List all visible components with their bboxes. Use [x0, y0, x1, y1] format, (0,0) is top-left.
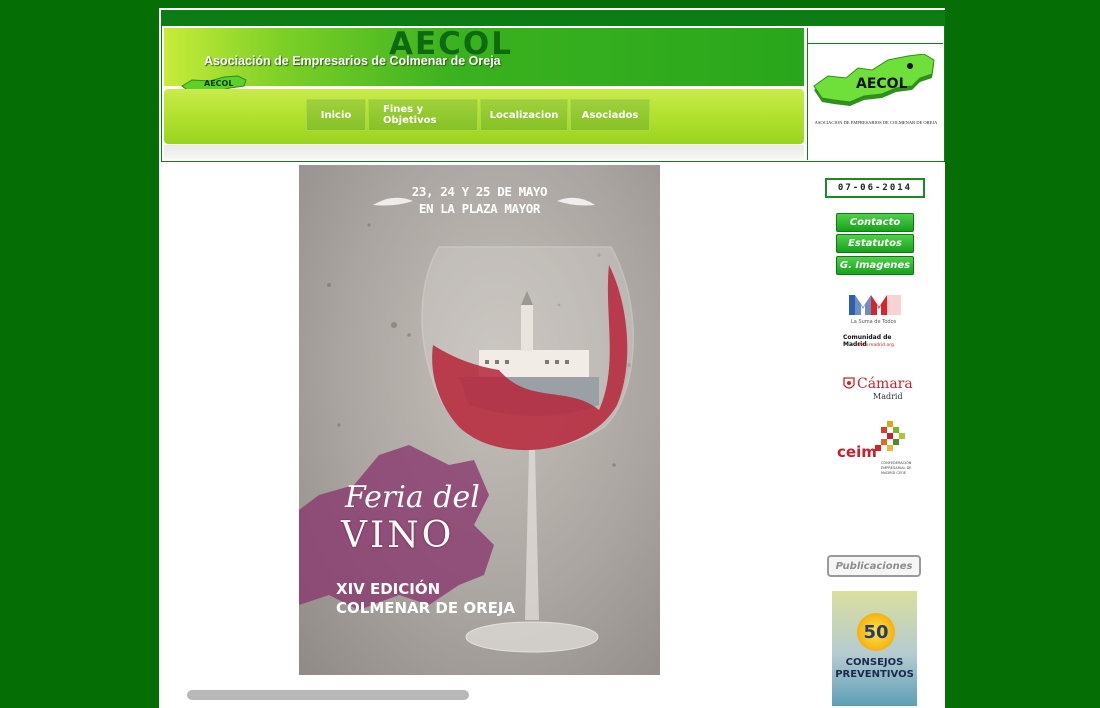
poster-title-line1: Feria del — [345, 480, 480, 515]
camara-shield-icon — [843, 377, 855, 389]
aecol-logo[interactable]: AECOL ASOCIACION DE EMPRESARIOS DE COLME… — [807, 28, 943, 160]
ceim-caption: CONFEDERACIÓN EMPRESARIAL DE MADRID CEOE — [881, 461, 912, 475]
page-container: AECOL Asociación de Empresarios de Colme… — [159, 8, 945, 708]
svg-text:AECOL: AECOL — [856, 76, 908, 92]
camara-name: Cámara — [857, 376, 913, 392]
book-title-line1: CONSEJOS — [845, 657, 904, 668]
poster-title-line2: VINO — [341, 515, 455, 556]
current-date: 07-06-2014 — [825, 178, 925, 198]
publicaciones-button[interactable]: Publicaciones — [827, 555, 921, 577]
book-title: CONSEJOS PREVENTIVOS — [832, 657, 917, 681]
camara-city: Madrid — [873, 392, 903, 401]
poster-date: 23, 24 Y 25 DE MAYO EN LA PLAZA MAYOR — [299, 183, 660, 217]
logo-divider — [808, 43, 943, 44]
event-poster: 23, 24 Y 25 DE MAYO EN LA PLAZA MAYOR Fe… — [299, 165, 660, 675]
horizontal-scrollbar[interactable] — [187, 690, 469, 700]
header-shadow-bar — [164, 145, 804, 159]
book-number: 50 — [857, 613, 895, 651]
poster-date-line2: EN LA PLAZA MAYOR — [418, 201, 541, 216]
madrid-slogan: La Suma de Todos — [851, 319, 897, 325]
partner-comunidad-madrid[interactable]: La Suma de Todos Comunidad de Madrid www… — [835, 293, 915, 353]
ceim-mosaic-icon — [875, 421, 905, 451]
ceim-name: ceim — [837, 443, 877, 461]
contacto-button[interactable]: Contacto — [836, 213, 914, 232]
publication-cover[interactable]: 50 CONSEJOS PREVENTIVOS — [832, 591, 917, 706]
region-map-icon: AECOL — [813, 54, 935, 106]
nav-fines-objetivos[interactable]: Fines y Objetivos — [368, 99, 478, 131]
book-title-line2: PREVENTIVOS — [835, 669, 914, 680]
estatutos-button[interactable]: Estatutos — [836, 234, 914, 253]
nav-asociados[interactable]: Asociados — [570, 99, 650, 131]
poster-date-line1: 23, 24 Y 25 DE MAYO — [411, 184, 548, 199]
partner-camara-madrid[interactable]: Cámara Madrid — [835, 376, 915, 406]
main-navigation: Inicio Fines y Objetivos Localizacion As… — [164, 89, 804, 144]
poster-edition-line1: XIV EDICIÓN — [336, 580, 441, 598]
site-tagline: Asociación de Empresarios de Colmenar de… — [204, 54, 501, 68]
nav-inicio[interactable]: Inicio — [306, 99, 366, 131]
madrid-url: www.madrid.org — [857, 343, 894, 348]
poster-edition: XIV EDICIÓN COLMENAR DE OREJA — [336, 580, 515, 618]
galeria-imagenes-button[interactable]: G. Imagenes — [836, 256, 914, 275]
nav-localizacion[interactable]: Localizacion — [480, 99, 568, 131]
svg-text:AECOL: AECOL — [204, 79, 233, 88]
poster-edition-line2: COLMENAR DE OREJA — [336, 599, 516, 617]
logo-caption: ASOCIACION DE EMPRESARIOS DE COLMENAR DE… — [814, 120, 938, 125]
header-top-strip — [162, 11, 944, 26]
header-banner: AECOL Asociación de Empresarios de Colme… — [164, 26, 804, 93]
partner-ceim[interactable]: ceim CONFEDERACIÓN EMPRESARIAL DE MADRID… — [835, 421, 919, 479]
site-header: AECOL Asociación de Empresarios de Colme… — [161, 10, 945, 162]
